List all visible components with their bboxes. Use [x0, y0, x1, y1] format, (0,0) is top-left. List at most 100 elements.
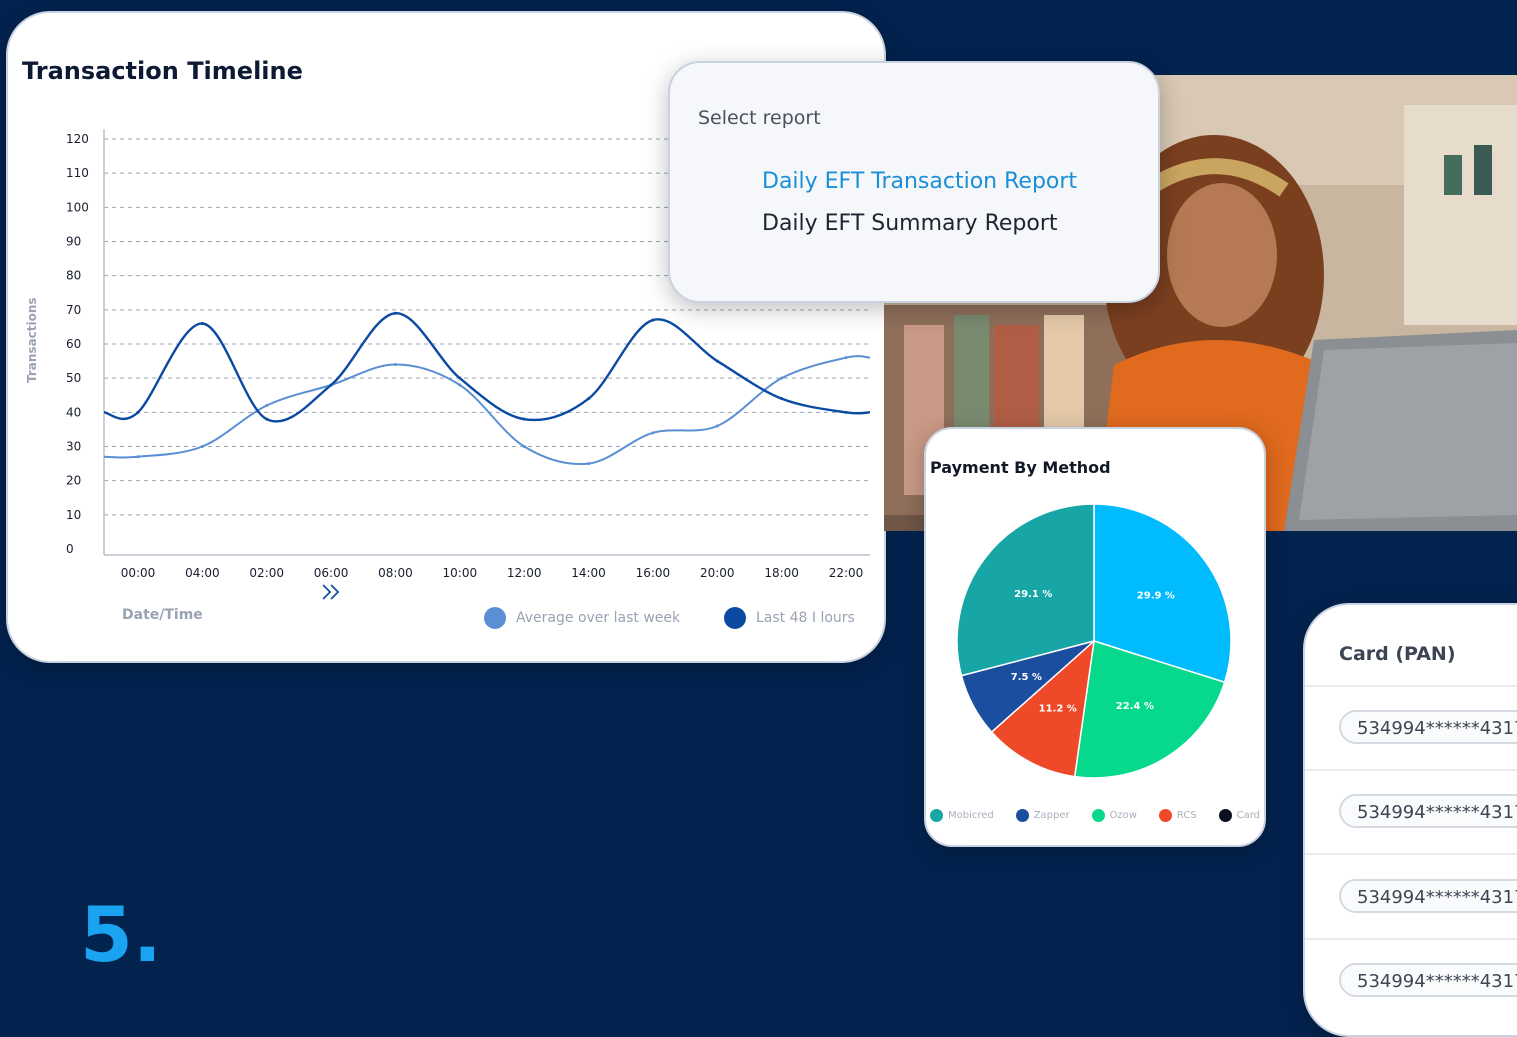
legend-average-dot: [484, 607, 506, 629]
legend-label: Zapper: [1033, 810, 1070, 821]
pie-slice-label: 7.5 %: [1011, 672, 1042, 683]
x-tick-label: 06:00: [314, 566, 349, 580]
legend-label: Card: [1236, 810, 1260, 821]
pie-legend-rcs[interactable]: RCS: [1158, 809, 1197, 822]
payment-by-method-card: 29.9 % 22.4 % 11.2 % 7.5 % 29.1 % Payment By…: [924, 427, 1266, 847]
x-tick-label: 00:00: [121, 566, 156, 580]
x-tick-label: 02:00: [249, 566, 284, 580]
pan-cell[interactable]: 534994******4317: [1339, 879, 1517, 913]
x-tick-label: 12:00: [507, 566, 542, 580]
select-report-heading: Select report: [698, 107, 821, 129]
series-point: [587, 462, 591, 466]
y-tick-label: 30: [66, 440, 81, 454]
series-point: [393, 311, 397, 315]
payment-pie-chart: 29.9 % 22.4 % 11.2 % 7.5 % 29.1 %: [956, 503, 1232, 779]
series-point: [200, 322, 204, 325]
y-tick-label: 40: [66, 405, 81, 419]
series-point: [651, 431, 655, 435]
x-tick-label: 14:00: [571, 566, 606, 580]
select-report-dropdown: Select report Daily EFT Transaction Repo…: [668, 61, 1160, 303]
series-average-line: [103, 355, 871, 466]
timeline-title: Transaction Timeline: [22, 57, 303, 85]
legend-last-48-dot: [724, 607, 746, 629]
pie-title: Payment By Method: [930, 458, 1111, 477]
x-tick-label: 08:00: [378, 566, 413, 580]
legend-label: Ozow: [1109, 810, 1137, 821]
y-tick-label: 110: [66, 166, 89, 180]
series-point: [458, 376, 462, 380]
pie-slice-label: 29.9 %: [1137, 591, 1175, 602]
legend-dot: [1218, 809, 1232, 822]
series-point: [136, 410, 140, 414]
y-tick-label: 10: [66, 508, 81, 522]
pie-legend-zapper[interactable]: Zapper: [1015, 809, 1070, 822]
series-last-48-line: [103, 312, 871, 423]
card-pan-table: Card (PAN) 534994******4317 534994******…: [1303, 603, 1517, 1037]
y-tick-label: 70: [66, 303, 81, 317]
y-tick-label: 60: [66, 337, 81, 351]
y-tick-label: 80: [66, 269, 81, 283]
legend-label: RCS: [1176, 810, 1197, 821]
y-tick-label: 50: [66, 371, 81, 385]
pie-slice-label: 11.2 %: [1039, 704, 1077, 715]
legend-dot: [1091, 809, 1105, 822]
pie-legend-ozow[interactable]: Ozow: [1091, 809, 1137, 822]
x-tick-label: 18:00: [764, 566, 799, 580]
row-divider: [1305, 769, 1517, 771]
series-point: [200, 445, 204, 448]
x-tick-label: 16:00: [636, 566, 671, 580]
series-point: [715, 359, 719, 363]
pie-legend: Mobicred Zapper Ozow RCS Card: [930, 809, 1260, 822]
x-tick-label: 20:00: [700, 566, 735, 580]
pie-legend-card[interactable]: Card: [1218, 809, 1260, 822]
series-point: [393, 363, 397, 366]
x-tick-label: 22:00: [829, 566, 864, 580]
row-divider: [1305, 685, 1517, 687]
series-point: [715, 424, 719, 428]
legend-average-label: Average over last week: [516, 610, 681, 626]
pan-column-header: Card (PAN): [1339, 643, 1456, 665]
series-point: [844, 356, 848, 360]
y-tick-label: 120: [66, 132, 89, 146]
series-point: [136, 455, 140, 459]
pan-cell[interactable]: 534994******4317: [1339, 710, 1517, 744]
legend-last-48[interactable]: Last 48 I lours: [724, 607, 855, 629]
series-point: [587, 397, 591, 401]
legend-label: Mobicred: [948, 810, 994, 821]
series-point: [458, 383, 462, 387]
chevron-path: [322, 584, 340, 600]
pan-cell[interactable]: 534994******4317: [1339, 963, 1517, 997]
step-number: 5.: [80, 890, 162, 979]
legend-dot: [930, 809, 943, 822]
x-tick-label: 10:00: [443, 566, 478, 580]
series-point: [329, 383, 333, 387]
legend-dot: [1015, 809, 1029, 822]
report-option-transaction[interactable]: Daily EFT Transaction Report: [762, 169, 1077, 194]
series-point: [522, 445, 526, 448]
series-point: [780, 376, 784, 380]
y-tick-label: 0: [66, 542, 74, 556]
pan-cell[interactable]: 534994******4317: [1339, 794, 1517, 828]
x-axis-label: Date/Time: [122, 607, 203, 623]
legend-last-48-label: Last 48 I lours: [756, 610, 855, 626]
y-axis-label: Transactions: [25, 297, 39, 383]
series-point: [265, 417, 269, 421]
row-divider: [1305, 853, 1517, 855]
series-point: [780, 397, 784, 401]
legend-dot: [1158, 809, 1172, 822]
report-option-summary[interactable]: Daily EFT Summary Report: [762, 211, 1058, 236]
y-tick-label: 20: [66, 474, 81, 488]
y-tick-label: 90: [66, 235, 81, 249]
series-point: [265, 404, 269, 407]
y-tick-label: 100: [66, 200, 89, 214]
legend-average[interactable]: Average over last week: [484, 607, 680, 629]
series-point: [844, 410, 848, 414]
series-point: [522, 417, 526, 421]
x-tick-label: 04:00: [185, 566, 220, 580]
pie-legend-mobicred[interactable]: Mobicred: [930, 809, 994, 822]
series-point: [651, 318, 655, 322]
double-chevron-right-icon: [322, 584, 340, 600]
row-divider: [1305, 938, 1517, 940]
pie-slice-label: 22.4 %: [1116, 701, 1154, 712]
pie-slice-label: 29.1 %: [1014, 589, 1052, 600]
